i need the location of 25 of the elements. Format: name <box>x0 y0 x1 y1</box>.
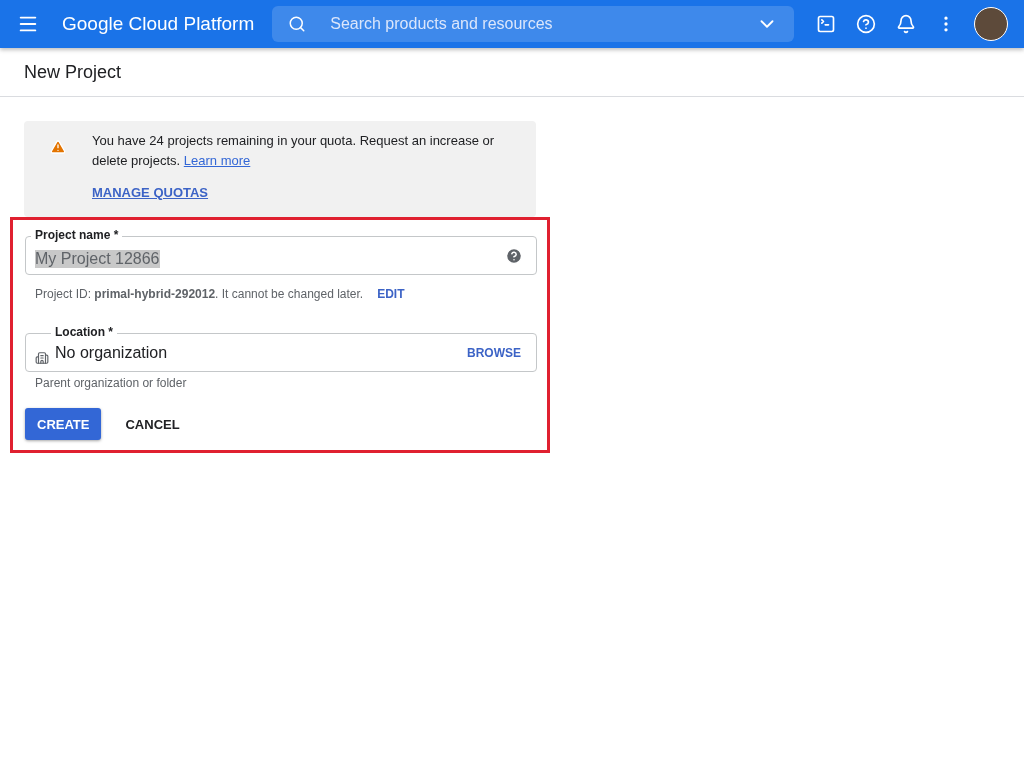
cancel-button[interactable]: CANCEL <box>113 408 192 440</box>
project-id-text: Project ID: primal-hybrid-292012. It cannot be changed later. <box>35 287 364 301</box>
building-icon <box>35 350 49 365</box>
help-icon[interactable] <box>505 246 523 265</box>
app-title: Google Cloud Platform <box>62 13 255 35</box>
search-field[interactable]: Search products and resources <box>272 6 795 42</box>
location-hint: Parent organization or folder <box>35 376 187 390</box>
field-value: No organization <box>55 343 168 362</box>
location-field[interactable]: Location * No organization BROWSE <box>25 325 537 372</box>
manage-quotas-link[interactable]: MANAGE QUOTAS <box>92 185 209 200</box>
field-value: My Project 12866 <box>35 249 160 268</box>
project-name-field[interactable]: Project name * My Project 12866 <box>25 228 537 275</box>
browse-button[interactable]: BROWSE <box>465 343 523 362</box>
search-icon <box>288 15 307 33</box>
learn-more-link[interactable]: Learn more <box>183 153 251 168</box>
field-label: Location * <box>51 325 117 339</box>
page-title: New Project <box>24 61 122 83</box>
field-label: Project name * <box>31 228 123 242</box>
help-icon[interactable] <box>854 12 878 36</box>
warning-icon <box>50 139 66 155</box>
search-input[interactable]: Search products and resources <box>328 14 735 34</box>
edit-button[interactable]: EDIT <box>375 285 407 303</box>
quota-message: You have 24 projects remaining in your quota. Request an increase or delete projects. Learn more <box>92 132 496 170</box>
create-button[interactable]: CREATE <box>25 408 102 440</box>
avatar[interactable] <box>974 7 1008 41</box>
